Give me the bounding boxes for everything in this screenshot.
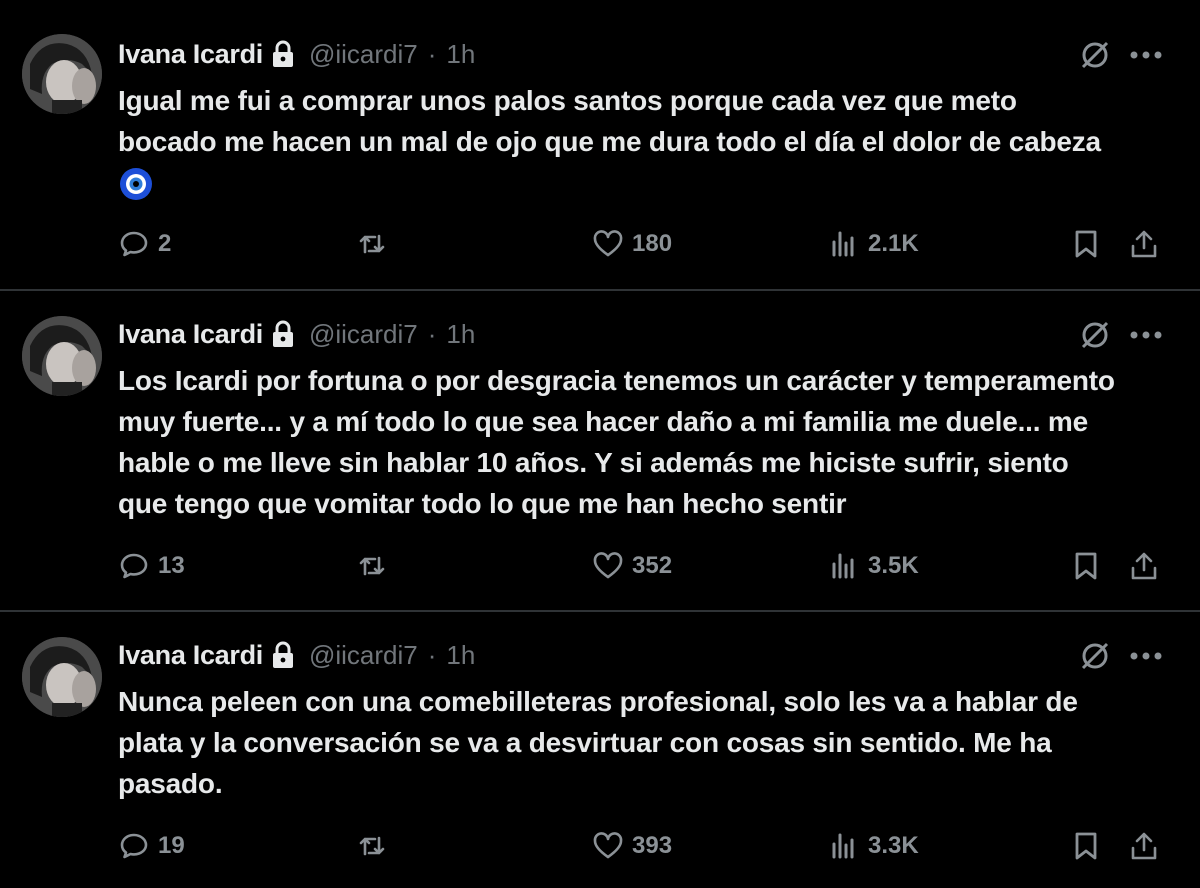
retweet-icon	[359, 556, 385, 576]
timestamp[interactable]: 1h	[446, 319, 475, 350]
tweet-actions: 13 352 3.5K	[0, 546, 1200, 586]
retweet-icon	[359, 836, 385, 856]
retweet-button[interactable]	[356, 826, 396, 866]
tweet-header: Ivana Icardi @iicardi7 · 1h	[118, 639, 475, 671]
share-button[interactable]	[1128, 546, 1160, 586]
tweet-text: Los Icardi por fortuna o por desgracia t…	[118, 365, 1115, 519]
like-button[interactable]: 393	[592, 826, 672, 866]
tweet-text: Igual me fui a comprar unos palos santos…	[118, 85, 1101, 157]
views-chart-icon	[832, 231, 854, 257]
like-button[interactable]: 180	[592, 224, 672, 264]
heart-icon	[593, 552, 623, 579]
reply-count: 2	[158, 230, 172, 257]
avatar[interactable]	[22, 316, 102, 396]
views-button[interactable]: 3.5K	[828, 546, 919, 586]
author-name[interactable]: Ivana Icardi	[118, 640, 263, 671]
retweet-icon	[359, 234, 385, 254]
lock-icon	[272, 641, 293, 668]
view-count: 3.3K	[868, 832, 919, 859]
lock-icon	[272, 40, 293, 67]
tweet-header: Ivana Icardi @iicardi7 · 1h	[118, 38, 475, 70]
tweet[interactable]: Ivana Icardi @iicardi7 · 1h Nunca peleen…	[0, 611, 1200, 888]
reply-icon	[120, 553, 148, 579]
separator-dot: ·	[427, 318, 437, 349]
views-chart-icon	[832, 553, 854, 579]
tweet[interactable]: Ivana Icardi @iicardi7 · 1h Igual me fui…	[0, 0, 1200, 290]
bookmark-icon	[1075, 230, 1097, 258]
more-options-icon[interactable]	[1128, 330, 1164, 340]
tweet-actions: 19 393 3.3K	[0, 826, 1200, 866]
views-chart-icon	[832, 833, 854, 859]
lock-icon	[272, 320, 293, 347]
tweet-header: Ivana Icardi @iicardi7 · 1h	[118, 318, 475, 350]
more-options-icon[interactable]	[1128, 651, 1164, 661]
grok-icon[interactable]	[1078, 38, 1112, 72]
avatar[interactable]	[22, 34, 102, 114]
bookmark-button[interactable]	[1070, 224, 1102, 264]
view-count: 3.5K	[868, 552, 919, 579]
grok-icon[interactable]	[1078, 639, 1112, 673]
heart-icon	[593, 230, 623, 257]
timestamp[interactable]: 1h	[446, 39, 475, 70]
views-button[interactable]: 3.3K	[828, 826, 919, 866]
reply-count: 19	[158, 832, 185, 859]
share-icon	[1131, 552, 1157, 580]
bookmark-icon	[1075, 832, 1097, 860]
view-count: 2.1K	[868, 230, 919, 257]
share-button[interactable]	[1128, 826, 1160, 866]
share-icon	[1131, 832, 1157, 860]
author-name[interactable]: Ivana Icardi	[118, 39, 263, 70]
share-icon	[1131, 230, 1157, 258]
author-handle[interactable]: @iicardi7	[309, 640, 418, 671]
nazar-amulet-icon	[120, 168, 152, 200]
author-handle[interactable]: @iicardi7	[309, 319, 418, 350]
reply-button[interactable]: 19	[118, 826, 185, 866]
separator-dot: ·	[427, 639, 437, 670]
retweet-button[interactable]	[356, 546, 396, 586]
author-handle[interactable]: @iicardi7	[309, 39, 418, 70]
share-button[interactable]	[1128, 224, 1160, 264]
tweet[interactable]: Ivana Icardi @iicardi7 · 1h Los Icardi p…	[0, 290, 1200, 611]
bookmark-icon	[1075, 552, 1097, 580]
more-options-icon[interactable]	[1128, 50, 1164, 60]
views-button[interactable]: 2.1K	[828, 224, 919, 264]
tweet-actions: 2 180 2.1K	[0, 224, 1200, 264]
timeline: Ivana Icardi @iicardi7 · 1h Igual me fui…	[0, 0, 1200, 888]
separator-dot: ·	[427, 38, 437, 69]
like-count: 393	[632, 832, 673, 859]
like-count: 352	[632, 552, 673, 579]
retweet-button[interactable]	[356, 224, 396, 264]
reply-icon	[120, 833, 148, 859]
reply-count: 13	[158, 552, 185, 579]
heart-icon	[593, 832, 623, 859]
grok-icon[interactable]	[1078, 318, 1112, 352]
author-name[interactable]: Ivana Icardi	[118, 319, 263, 350]
reply-button[interactable]: 13	[118, 546, 185, 586]
bookmark-button[interactable]	[1070, 546, 1102, 586]
like-count: 180	[632, 230, 673, 257]
bookmark-button[interactable]	[1070, 826, 1102, 866]
tweet-text: Nunca peleen con una comebilleteras prof…	[118, 686, 1078, 799]
reply-icon	[120, 231, 148, 257]
reply-button[interactable]: 2	[118, 224, 171, 264]
avatar[interactable]	[22, 637, 102, 717]
timestamp[interactable]: 1h	[446, 640, 475, 671]
like-button[interactable]: 352	[592, 546, 672, 586]
